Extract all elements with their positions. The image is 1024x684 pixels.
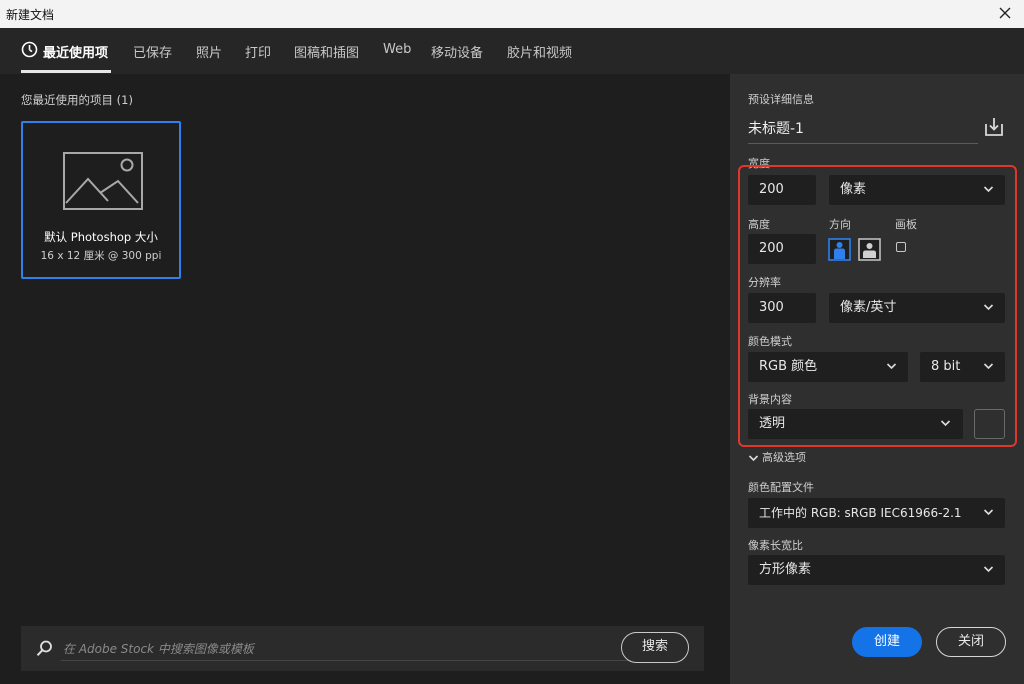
- width-unit-value: 像素: [840, 182, 867, 197]
- document-name-underline: [748, 143, 978, 144]
- color-mode-value: RGB 颜色: [759, 359, 818, 374]
- color-mode-select[interactable]: RGB 颜色: [748, 352, 908, 382]
- resolution-unit-select[interactable]: 像素/英寸: [829, 293, 1005, 323]
- bit-depth-value: 8 bit: [931, 359, 961, 374]
- portrait-orientation-icon[interactable]: [828, 238, 851, 261]
- width-input[interactable]: 200: [748, 175, 816, 205]
- background-color-swatch[interactable]: [974, 409, 1005, 439]
- pixel-aspect-label: 像素长宽比: [748, 539, 803, 552]
- pixel-aspect-value: 方形像素: [759, 562, 812, 577]
- tab-web[interactable]: Web: [383, 42, 411, 57]
- create-button[interactable]: 创建: [852, 627, 922, 657]
- orientation-label: 方向: [829, 218, 851, 231]
- color-mode-label: 颜色模式: [748, 335, 792, 348]
- chevron-down-icon: [983, 304, 994, 311]
- preset-size: 16 x 12 厘米 @ 300 ppi: [40, 250, 162, 262]
- search-input-underline: [61, 660, 631, 661]
- preset-name: 默认 Photoshop 大小: [44, 230, 158, 244]
- height-label: 高度: [748, 218, 770, 231]
- chevron-down-icon: [940, 420, 951, 427]
- search-icon: [36, 640, 52, 656]
- close-icon[interactable]: [994, 2, 1016, 24]
- tab-saved[interactable]: 已保存: [133, 42, 172, 61]
- chevron-down-icon: [748, 455, 759, 462]
- resolution-label: 分辨率: [748, 276, 781, 289]
- tab-film-video[interactable]: 胶片和视频: [507, 42, 572, 61]
- preset-details-panel: 预设详细信息 未标题-1 宽度 200 像素 高度 方向 画板 200 分辨率 …: [730, 74, 1024, 684]
- chevron-down-icon: [886, 363, 897, 370]
- search-button[interactable]: 搜索: [621, 632, 689, 663]
- width-unit-select[interactable]: 像素: [829, 175, 1005, 205]
- clock-icon: [21, 41, 38, 58]
- advanced-options-toggle[interactable]: 高级选项: [748, 449, 806, 465]
- active-tab-indicator: [21, 70, 111, 73]
- stock-search-bar: 在 Adobe Stock 中搜索图像或模板 搜索: [21, 626, 704, 671]
- chevron-down-icon: [983, 186, 994, 193]
- tab-print[interactable]: 打印: [245, 42, 271, 61]
- landscape-orientation-icon[interactable]: [858, 238, 881, 261]
- color-profile-label: 颜色配置文件: [748, 481, 814, 494]
- recent-items-label: 您最近使用的项目 (1): [21, 93, 133, 107]
- chevron-down-icon: [983, 509, 994, 516]
- resolution-input[interactable]: 300: [748, 293, 816, 323]
- search-input[interactable]: 在 Adobe Stock 中搜索图像或模板: [63, 640, 254, 657]
- document-name-input[interactable]: 未标题-1: [748, 118, 804, 138]
- background-select[interactable]: 透明: [748, 409, 963, 439]
- tab-art-illustration[interactable]: 图稿和插图: [294, 42, 359, 61]
- chevron-down-icon: [983, 566, 994, 573]
- window-title: 新建文档: [6, 8, 55, 22]
- color-profile-value: 工作中的 RGB: sRGB IEC61966-2.1: [759, 506, 962, 520]
- preset-card-default[interactable]: 默认 Photoshop 大小 16 x 12 厘米 @ 300 ppi: [21, 121, 181, 279]
- chevron-down-icon: [983, 363, 994, 370]
- tab-recent[interactable]: 最近使用项: [43, 42, 108, 61]
- color-profile-select[interactable]: 工作中的 RGB: sRGB IEC61966-2.1: [748, 498, 1005, 528]
- bit-depth-select[interactable]: 8 bit: [920, 352, 1005, 382]
- tab-mobile[interactable]: 移动设备: [431, 42, 483, 61]
- image-placeholder-icon: [63, 152, 143, 210]
- height-input[interactable]: 200: [748, 234, 816, 264]
- title-bar: 新建文档: [0, 0, 1024, 28]
- artboard-label: 画板: [895, 218, 917, 231]
- resolution-unit-value: 像素/英寸: [840, 300, 897, 315]
- background-label: 背景内容: [748, 393, 792, 406]
- tab-photo[interactable]: 照片: [196, 42, 222, 61]
- preset-browser: 您最近使用的项目 (1) 默认 Photoshop 大小 16 x 12 厘米 …: [0, 74, 730, 684]
- preset-details-label: 预设详细信息: [748, 93, 814, 106]
- close-button[interactable]: 关闭: [936, 627, 1006, 657]
- background-value: 透明: [759, 416, 786, 431]
- artboard-checkbox[interactable]: [896, 242, 906, 252]
- pixel-aspect-select[interactable]: 方形像素: [748, 555, 1005, 585]
- save-preset-icon[interactable]: [983, 116, 1005, 138]
- advanced-options-label: 高级选项: [762, 451, 806, 464]
- category-tabs: 最近使用项 已保存 照片 打印 图稿和插图 Web 移动设备 胶片和视频: [0, 28, 1024, 74]
